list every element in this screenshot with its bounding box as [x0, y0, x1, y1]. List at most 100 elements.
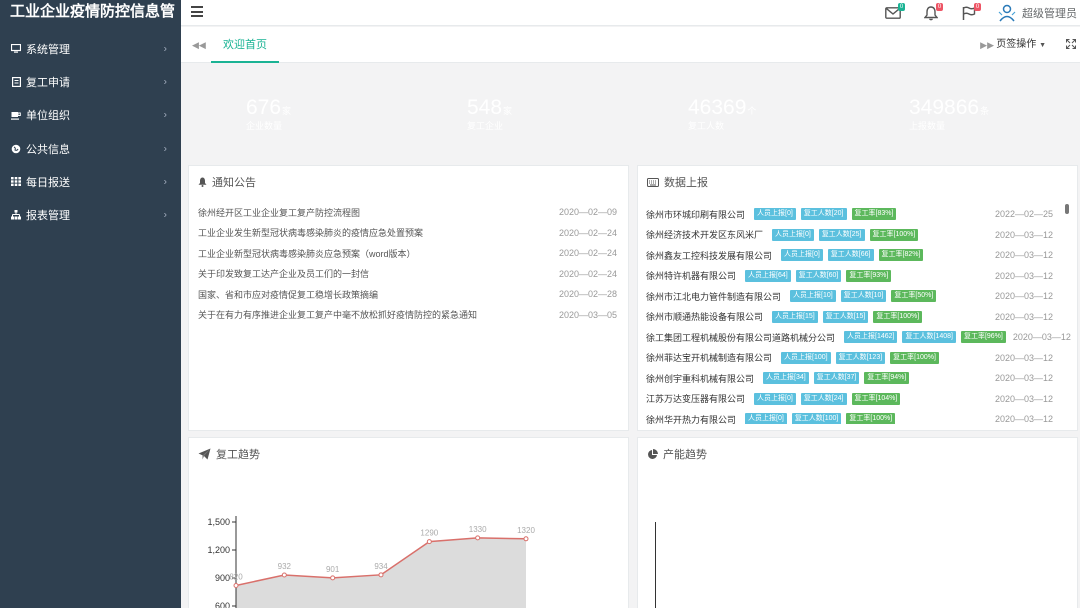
company-name[interactable]: 徐州创宇重科机械有限公司 [646, 372, 754, 385]
notice-title[interactable]: 工业企业新型冠状病毒感染肺炎应急预案（word版本） [198, 247, 416, 260]
trend-panel: 复工趋势 1,500 1,200 900 600 820 932 901 934 1290 133… [188, 437, 629, 608]
notice-item[interactable]: 工业企业发生新型冠状病毒感染肺炎的疫情应急处置预案 2020—02—24 [198, 223, 617, 243]
tab-scroll-left-icon[interactable]: ◀◀ [192, 40, 206, 51]
report-row[interactable]: 徐工集团工程机械股份有限公司道路机械分公司 人员上报[1462] 复工人数[1408… [646, 327, 1071, 347]
report-row[interactable]: 江苏万达变压器有限公司 人员上报[0] 复工人数[24] 复工率[104%] 2020—… [646, 389, 1053, 409]
flag-badge: 0 [974, 3, 981, 11]
report-row[interactable]: 徐州华开热力有限公司 人员上报[0] 复工人数[100] 复工率[100%] 2020—… [646, 409, 1053, 424]
notice-title[interactable]: 关于印发致复工达产企业及员工们的一封信 [198, 267, 369, 280]
sitemap-icon [11, 210, 21, 220]
notice-item[interactable]: 关于印发致复工达产企业及员工们的一封信 2020—02—24 [198, 264, 617, 284]
globe-icon [11, 144, 21, 154]
company-name[interactable]: 徐州鑫友工控科技发展有限公司 [646, 249, 772, 262]
trend-value-label: 1330 [469, 525, 487, 534]
notice-title[interactable]: 国家、省和市应对疫情促复工稳增长政策摘编 [198, 288, 378, 301]
report-row[interactable]: 徐州市江北电力管件制造有限公司 人员上报[10] 复工人数[10] 复工率[50%] 2… [646, 286, 1053, 306]
reported-badge: 人员上报[0] [781, 249, 823, 261]
report-scrollbar[interactable] [1065, 204, 1069, 214]
grid-icon [11, 177, 21, 187]
sidebar-item-daily-report[interactable]: 每日报送 › [0, 165, 181, 198]
notice-date: 2020—02—09 [558, 207, 617, 217]
report-panel: 数据上报 徐州市环城印刷有限公司 人员上报[0] 复工人数[20] 复工率[83%] 2… [637, 165, 1078, 431]
company-name[interactable]: 江苏万达变压器有限公司 [646, 392, 745, 405]
notice-item[interactable]: 关于在有力有序推进企业复工复产中毫不放松抓好疫情防控的紧急通知 2020—03—0… [198, 305, 617, 325]
workers-badge: 复工人数[24] [800, 392, 847, 405]
stat-caption: 复工人数 [688, 121, 725, 131]
notice-date: 2020—02—24 [558, 248, 617, 258]
report-list[interactable]: 徐州市环城印刷有限公司 人员上报[0] 复工人数[20] 复工率[83%] 2022—0… [638, 198, 1077, 424]
trend-chart: 1,500 1,200 900 600 820 932 901 934 1290 1330 1320 [207, 516, 535, 608]
rate-badge: 复工率[82%] [878, 249, 924, 261]
notice-date: 2020—02—24 [558, 227, 617, 238]
tab-welcome-home[interactable]: 欢迎首页 [211, 27, 279, 63]
sidebar-item-report-manage[interactable]: 报表管理 › [0, 198, 181, 231]
report-date: 2020—03—12 [992, 291, 1053, 301]
stat-card-resumed-workers: 46369个 复工人数 [631, 71, 845, 151]
chevron-right-icon: › [163, 109, 167, 121]
trend-y-tick-label: 900 [215, 573, 230, 583]
trend-panel-title: 复工趋势 [216, 449, 260, 461]
report-date: 2020—03—12 [992, 352, 1053, 363]
coffee-icon [11, 110, 21, 120]
rate-badge: 复工率[100%] [846, 413, 896, 424]
company-name[interactable]: 徐州市环城印刷有限公司 [646, 208, 745, 221]
trend-value-label: 1320 [517, 526, 535, 535]
report-date: 2020—03—12 [992, 414, 1053, 424]
notice-title[interactable]: 徐州经开区工业企业复工复产防控流程图 [198, 206, 360, 219]
notice-title[interactable]: 关于在有力有序推进企业复工复产中毫不放松抓好疫情防控的紧急通知 [198, 308, 477, 321]
sidebar-item-label: 复工申请 [26, 76, 70, 89]
tab-operations-dropdown[interactable]: 页签操作 ▼ [996, 27, 1046, 64]
reported-badge: 人员上报[34] [763, 372, 809, 384]
company-name[interactable]: 徐州经济技术开发区东风米厂 [646, 228, 763, 241]
report-row[interactable]: 徐州经济技术开发区东风米厂 人员上报[0] 复工人数[25] 复工率[100%] 202… [646, 225, 1053, 245]
fullscreen-icon[interactable] [1066, 39, 1076, 49]
avatar[interactable] [996, 2, 1018, 24]
capacity-chart-axis [655, 522, 656, 608]
report-row[interactable]: 徐州菲达宝开机械制造有限公司 人员上报[100] 复工人数[123] 复工率[100%… [646, 348, 1053, 368]
sidebar-item-public-info[interactable]: 公共信息 › [0, 132, 181, 165]
paper-plane-icon [198, 448, 211, 460]
stat-caption: 企业数量 [246, 121, 283, 131]
mail-button[interactable]: 0 [882, 3, 905, 23]
sidebar-item-return-apply[interactable]: 复工申请 › [0, 65, 181, 98]
tab-scroll-right-icon[interactable]: ▶▶ [980, 40, 994, 51]
report-row[interactable]: 徐州创宇重科机械有限公司 人员上报[34] 复工人数[37] 复工率[94%] 2020… [646, 368, 1053, 388]
flag-button[interactable]: 0 [958, 3, 981, 23]
report-row[interactable]: 徐州市顺通热能设备有限公司 人员上报[15] 复工人数[15] 复工率[100%] 20… [646, 307, 1053, 327]
stat-caption: 复工企业 [467, 121, 504, 131]
report-row[interactable]: 徐州市环城印刷有限公司 人员上报[0] 复工人数[20] 复工率[83%] 2022—0… [646, 204, 1053, 224]
workers-badge: 复工人数[66] [827, 249, 874, 261]
company-name[interactable]: 徐州市江北电力管件制造有限公司 [646, 290, 781, 303]
sidebar: 工业企业疫情防控信息管 系统管理 › 复工申请 › 单位组织 › 公共信息 › … [0, 0, 181, 608]
company-name[interactable]: 徐州特许机器有限公司 [646, 269, 736, 282]
notice-title[interactable]: 工业企业发生新型冠状病毒感染肺炎的疫情应急处置预案 [198, 226, 423, 239]
reported-badge: 人员上报[64] [745, 269, 791, 282]
report-date: 2020—03—12 [992, 229, 1053, 240]
notice-item[interactable]: 工业企业新型冠状病毒感染肺炎应急预案（word版本） 2020—02—24 [198, 243, 617, 263]
report-row[interactable]: 徐州鑫友工控科技发展有限公司 人员上报[0] 复工人数[66] 复工率[82%] 202… [646, 245, 1053, 265]
notice-item[interactable]: 徐州经开区工业企业复工复产防控流程图 2020—02—09 [198, 202, 617, 222]
notifications-button[interactable]: 0 [920, 3, 943, 23]
notice-date: 2020—03—05 [558, 309, 617, 320]
company-name[interactable]: 徐州菲达宝开机械制造有限公司 [646, 351, 772, 364]
report-date: 2020—03—12 [1010, 332, 1071, 342]
stat-number: 349866 [909, 96, 980, 119]
sidebar-item-organization[interactable]: 单位组织 › [0, 99, 181, 132]
user-name[interactable]: 超级管理员 [1022, 5, 1077, 21]
trend-y-tick-label: 1,500 [207, 517, 230, 527]
company-name[interactable]: 徐工集团工程机械股份有限公司道路机械分公司 [646, 331, 835, 344]
trend-point [233, 582, 239, 588]
report-row[interactable]: 徐州特许机器有限公司 人员上报[64] 复工人数[60] 复工率[93%] 2020—0… [646, 266, 1053, 286]
page-tab-bar: ◀◀ 欢迎首页 ▶▶ 页签操作 ▼ [181, 27, 1080, 63]
rate-badge: 复工率[94%] [864, 372, 910, 384]
top-icons: 0 0 0 超级管理员 [882, 0, 1080, 26]
report-date: 2020—03—12 [992, 373, 1053, 383]
workers-badge: 复工人数[37] [813, 372, 860, 384]
company-name[interactable]: 徐州华开热力有限公司 [646, 413, 736, 425]
menu-toggle-icon[interactable] [191, 6, 203, 18]
sidebar-item-system[interactable]: 系统管理 › [0, 32, 181, 65]
notice-item[interactable]: 国家、省和市应对疫情促复工稳增长政策摘编 2020—02—28 [198, 284, 617, 304]
workers-badge: 复工人数[123] [835, 351, 886, 364]
capacity-panel: 产能趋势 [637, 437, 1078, 608]
company-name[interactable]: 徐州市顺通热能设备有限公司 [646, 310, 763, 323]
